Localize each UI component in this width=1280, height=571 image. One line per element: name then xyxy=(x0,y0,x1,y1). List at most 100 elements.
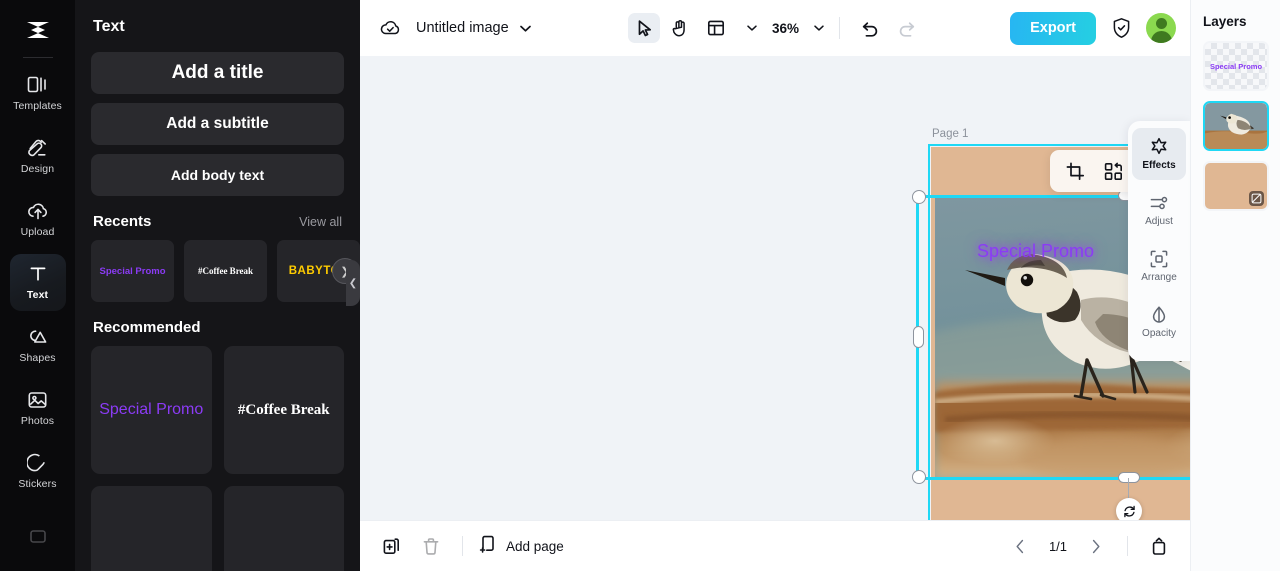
panel-title: Text xyxy=(93,18,125,35)
add-subtitle-button[interactable]: Add a subtitle xyxy=(91,103,344,145)
upload-icon xyxy=(27,200,49,222)
expand-panel-icon[interactable] xyxy=(1144,531,1174,561)
redo-button[interactable] xyxy=(890,13,922,43)
sidebar-item-design[interactable]: Design xyxy=(10,127,66,184)
hand-tool-button[interactable] xyxy=(664,13,696,43)
page-navigation: 1/1 xyxy=(1005,531,1174,561)
sidebar-item-photos[interactable]: Photos xyxy=(10,380,66,437)
recents-item-label: #Coffee Break xyxy=(197,266,254,276)
photos-icon xyxy=(27,389,49,411)
chevron-right-icon[interactable] xyxy=(1081,531,1111,561)
zoom-chevron-down-icon[interactable] xyxy=(813,24,825,32)
rotate-icon[interactable] xyxy=(1116,498,1142,520)
canvas-area[interactable]: Page 1 Special Promo Effects Adjust Arra… xyxy=(360,56,1190,520)
dock-item-opacity[interactable]: Opacity xyxy=(1132,296,1186,348)
dock-item-label: Effects xyxy=(1142,160,1176,171)
top-toolbar: Untitled image 36% Export xyxy=(360,0,1190,56)
sidebar-item-label: Text xyxy=(26,289,49,302)
sidebar-item-upload[interactable]: Upload xyxy=(10,191,66,248)
layer-item-background[interactable] xyxy=(1203,161,1269,211)
resize-handle-bottom-left[interactable] xyxy=(912,470,926,484)
dock-item-effects[interactable]: Effects xyxy=(1132,128,1186,180)
resize-handle-bottom-center[interactable] xyxy=(1118,472,1140,483)
dock-item-label: Opacity xyxy=(1142,328,1176,339)
recommended-item[interactable]: BABYTOY xyxy=(223,486,344,571)
resize-handle-top-left[interactable] xyxy=(912,190,926,204)
avatar-head xyxy=(1155,18,1167,29)
add-body-text-button[interactable]: Add body text xyxy=(91,154,344,196)
design-icon xyxy=(27,137,49,159)
rail-divider xyxy=(22,57,53,59)
recommended-header: Recommended xyxy=(93,319,342,336)
recents-view-all-link[interactable]: View all xyxy=(299,215,342,229)
trash-icon[interactable] xyxy=(416,531,446,561)
layer-thumb-image xyxy=(1205,103,1267,149)
add-page-button[interactable]: Add page xyxy=(479,534,564,558)
page-label: Page 1 xyxy=(932,128,969,140)
recents-item[interactable]: Special Promo xyxy=(91,240,174,302)
sidebar-item-more[interactable] xyxy=(10,508,66,565)
bottom-divider xyxy=(462,536,463,556)
add-page-icon xyxy=(479,534,498,558)
recents-item-label: Special Promo xyxy=(99,265,166,277)
bottom-toolbar: Add page 1/1 xyxy=(360,520,1190,571)
right-tool-dock: Effects Adjust Arrange Opacity xyxy=(1128,121,1190,361)
sidebar-item-shapes[interactable]: Shapes xyxy=(10,317,66,374)
selection-guide-bottom xyxy=(916,477,1190,480)
recommended-grid: Special Promo #Coffee Break xyxy=(91,346,344,474)
recommended-item[interactable]: Special Promo xyxy=(91,346,212,474)
recommended-item-label: #Coffee Break xyxy=(237,401,330,418)
recommended-item-label: Special Promo xyxy=(99,401,204,418)
top-right-group: Export xyxy=(1010,11,1176,45)
canvas-text-layer[interactable]: Special Promo xyxy=(977,241,1094,262)
crop-icon[interactable] xyxy=(1060,156,1090,186)
resize-handle-middle-left[interactable] xyxy=(913,326,924,348)
sidebar-item-label: Upload xyxy=(20,226,55,239)
bottom-divider-2 xyxy=(1127,536,1128,556)
chevron-left-icon[interactable] xyxy=(1005,531,1035,561)
shapes-icon xyxy=(27,326,49,348)
left-rail: Templates Design Upload Text Shapes Phot… xyxy=(0,0,75,571)
recommended-heading: Recommended xyxy=(93,319,201,336)
sidebar-item-label: Stickers xyxy=(18,478,57,491)
recommended-item[interactable]: HealthyFood xyxy=(91,486,212,571)
app-root: Templates Design Upload Text Shapes Phot… xyxy=(0,0,1280,571)
zoom-level-value[interactable]: 36% xyxy=(772,21,799,36)
recents-heading: Recents xyxy=(93,213,152,230)
sidebar-item-stickers[interactable]: Stickers xyxy=(10,443,66,500)
canvas-tools-group: 36% xyxy=(627,13,922,43)
sidebar-item-templates[interactable]: Templates xyxy=(10,64,66,121)
recommended-item[interactable]: #Coffee Break xyxy=(223,346,344,474)
stickers-icon xyxy=(27,452,49,474)
toolbar-divider xyxy=(839,17,841,39)
remove-background-icon[interactable] xyxy=(1098,156,1128,186)
shield-check-icon[interactable] xyxy=(1108,15,1134,41)
main-area: Untitled image 36% Export Page 1 Special… xyxy=(360,0,1190,571)
layer-item-photo[interactable] xyxy=(1203,101,1269,151)
recents-item[interactable]: #Coffee Break xyxy=(184,240,267,302)
sidebar-item-label: Shapes xyxy=(19,352,56,365)
layout-tool-button[interactable] xyxy=(700,13,732,43)
layout-chevron-down-icon[interactable] xyxy=(746,24,758,32)
undo-button[interactable] xyxy=(854,13,886,43)
dock-item-arrange[interactable]: Arrange xyxy=(1132,240,1186,292)
rotate-stem xyxy=(1128,478,1129,500)
select-tool-button[interactable] xyxy=(627,13,660,43)
layer-item-text[interactable]: Special Promo xyxy=(1203,41,1269,91)
document-title[interactable]: Untitled image xyxy=(416,20,509,36)
chevron-down-icon[interactable] xyxy=(519,24,532,33)
duplicate-page-icon[interactable] xyxy=(376,531,406,561)
add-title-button[interactable]: Add a title xyxy=(91,52,344,94)
dock-item-adjust[interactable]: Adjust xyxy=(1132,184,1186,236)
collapse-panel-icon[interactable]: ❮ xyxy=(346,260,360,306)
recents-header: Recents View all xyxy=(93,213,342,230)
dock-item-label: Arrange xyxy=(1141,272,1177,283)
user-avatar[interactable] xyxy=(1146,13,1176,43)
sidebar-item-text[interactable]: Text xyxy=(9,253,66,311)
export-button[interactable]: Export xyxy=(1010,11,1096,45)
sidebar-item-label: Templates xyxy=(13,99,62,112)
sidebar-item-label: Photos xyxy=(20,415,55,428)
capcut-logo[interactable] xyxy=(18,10,58,49)
text-panel: Text Add a title Add a subtitle Add body… xyxy=(75,0,360,571)
cloud-check-icon[interactable] xyxy=(378,15,404,41)
